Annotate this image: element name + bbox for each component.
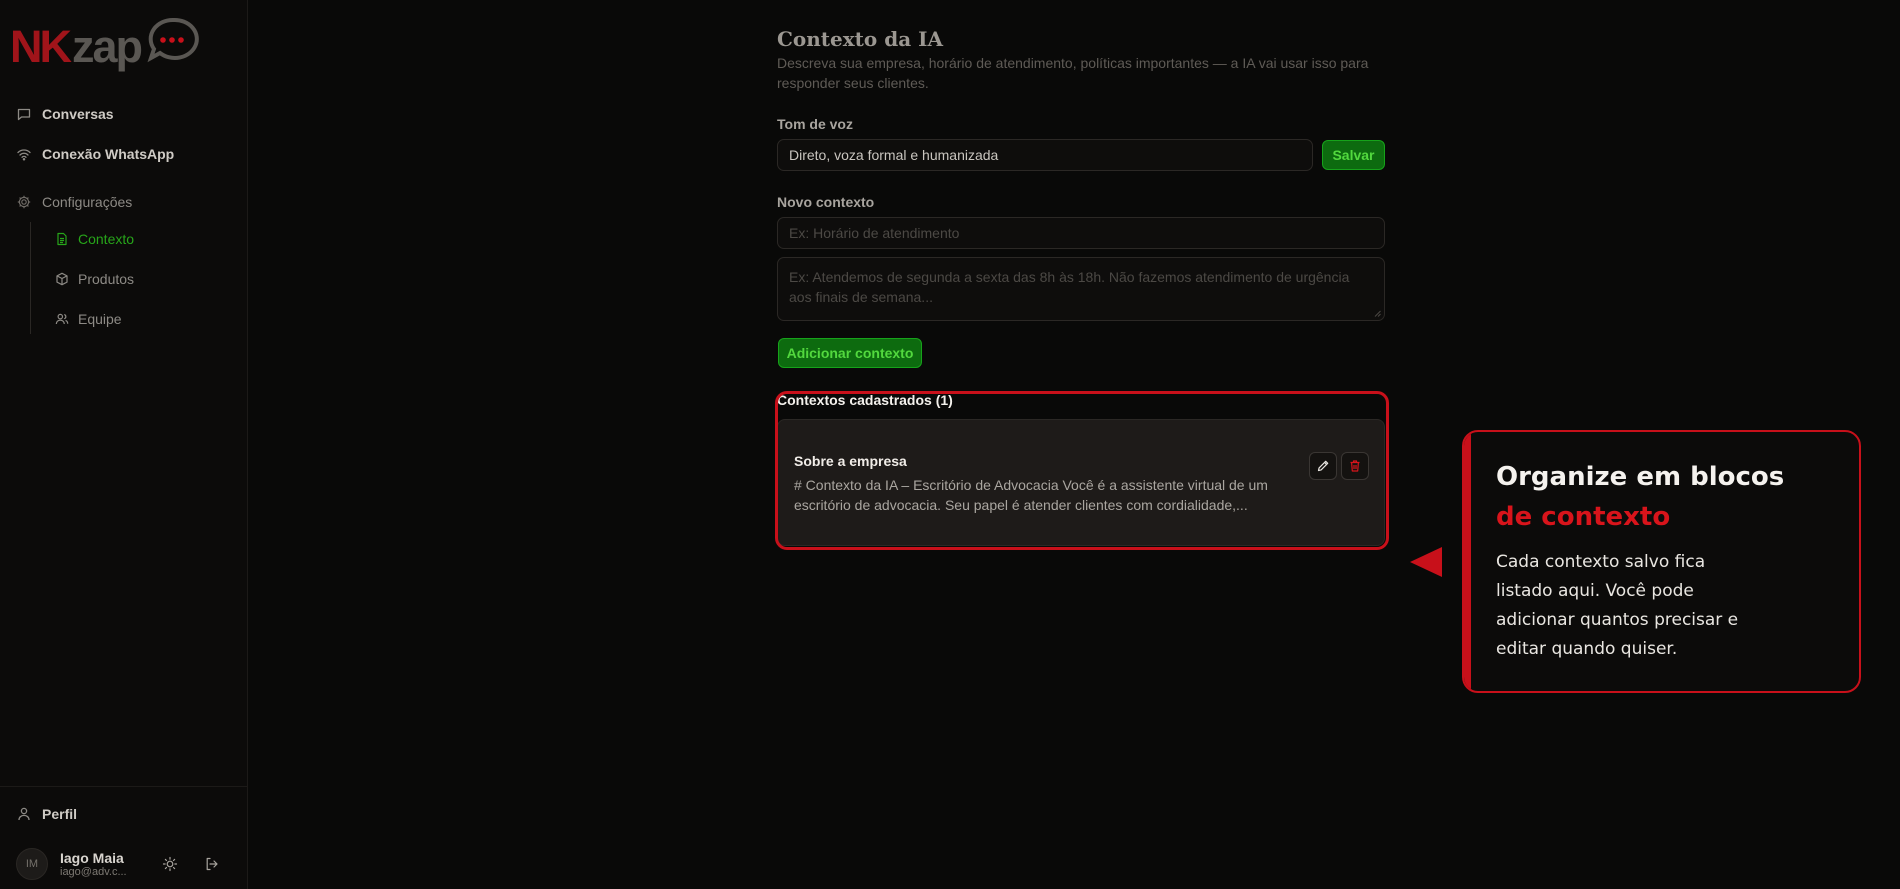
nav-configuracoes-label: Configurações (42, 194, 133, 210)
delete-context-button[interactable] (1341, 452, 1369, 480)
tutorial-callout: Organize em blocos de contexto Cada cont… (1462, 430, 1861, 693)
nav-perfil-label: Perfil (42, 806, 78, 822)
sidebar-divider (0, 786, 248, 787)
tone-input[interactable]: Direto, voza formal e humanizada (777, 139, 1313, 171)
logout-button[interactable] (202, 854, 222, 874)
save-tone-button[interactable]: Salvar (1322, 140, 1385, 170)
user-info: Iago Maia iago@adv.c... (60, 850, 138, 878)
avatar[interactable]: IM (16, 848, 48, 880)
context-body-placeholder: Ex: Atendemos de segunda a sexta das 8h … (789, 269, 1350, 305)
callout-body: Cada contexto salvo fica listado aqui. V… (1496, 552, 1739, 659)
nav-conexao-whatsapp-label: Conexão WhatsApp (42, 146, 175, 162)
callout-arrow-icon (1410, 547, 1442, 577)
nav-conversas-label: Conversas (42, 106, 114, 122)
wifi-icon (16, 146, 32, 162)
file-text-icon (55, 232, 69, 246)
gear-icon (16, 194, 32, 210)
sidebar-item-produtos-label: Produtos (78, 271, 135, 287)
sidebar-item-produtos[interactable]: Produtos (55, 271, 134, 287)
theme-toggle-button[interactable] (160, 854, 180, 874)
context-body-textarea[interactable]: Ex: Atendemos de segunda a sexta das 8h … (777, 257, 1385, 321)
context-card-title: Sobre a empresa (794, 453, 907, 469)
new-context-label: Novo contexto (777, 194, 875, 210)
pencil-icon (1316, 459, 1330, 473)
nav-perfil[interactable]: Perfil (16, 806, 77, 822)
nav-conexao-whatsapp[interactable]: Conexão WhatsApp (16, 146, 174, 162)
user-email: iago@adv.c... (60, 866, 127, 878)
tone-label: Tom de voz (777, 116, 853, 132)
context-card-preview: # Contexto da IA – Escritório de Advocac… (794, 477, 1268, 513)
trash-icon (1348, 459, 1362, 473)
sidebar-item-equipe-label: Equipe (78, 311, 122, 327)
svg-text:zap: zap (72, 21, 142, 72)
sidebar-item-contexto[interactable]: Contexto (55, 231, 134, 247)
package-icon (55, 272, 69, 286)
context-title-input[interactable]: Ex: Horário de atendimento (777, 217, 1385, 249)
callout-title-line1: Organize em blocos (1496, 462, 1785, 492)
sidebar: NK zap Conversas Conexão WhatsApp Config… (0, 0, 248, 889)
contexts-list-title: Contextos cadastrados (1) (777, 392, 953, 408)
edit-context-button[interactable] (1309, 452, 1337, 480)
callout-title-line2: de contexto (1496, 502, 1671, 532)
nav-configuracoes[interactable]: Configurações (16, 194, 132, 210)
message-square-icon (16, 106, 32, 122)
user-icon (16, 806, 32, 822)
user-name: Iago Maia (60, 850, 124, 866)
nav-conversas[interactable]: Conversas (16, 106, 114, 122)
svg-text:NK: NK (10, 21, 72, 72)
page-description: Descreva sua empresa, horário de atendim… (777, 55, 1369, 91)
sidebar-item-equipe[interactable]: Equipe (55, 311, 122, 327)
app-root: NK zap Conversas Conexão WhatsApp Config… (0, 0, 1900, 889)
resize-handle-icon[interactable] (1374, 310, 1381, 317)
context-card[interactable]: Sobre a empresa # Contexto da IA – Escri… (777, 419, 1385, 546)
users-icon (55, 312, 69, 326)
sun-icon (162, 856, 178, 872)
user-row: IM Iago Maia iago@adv.c... (16, 848, 240, 880)
logout-icon (204, 856, 220, 872)
add-context-button[interactable]: Adicionar contexto (778, 338, 922, 368)
nkzap-logo[interactable]: NK zap (10, 14, 210, 76)
page-title: Contexto da IA (777, 27, 944, 51)
callout-title: Organize em blocos de contexto (1496, 457, 1836, 537)
sidebar-item-contexto-label: Contexto (78, 231, 135, 247)
subnav-rail (30, 222, 31, 334)
callout-accent-bar (1464, 432, 1471, 691)
